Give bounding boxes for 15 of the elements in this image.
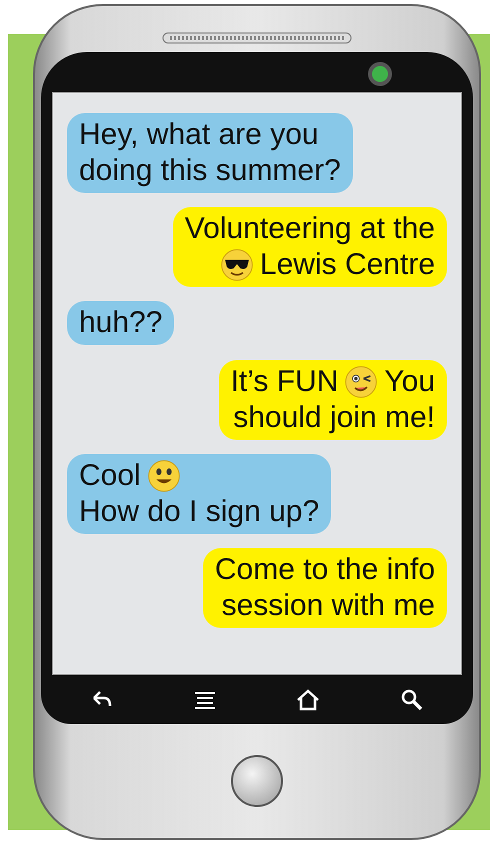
sent-message: Volunteering at the Lewis Centre bbox=[172, 207, 447, 288]
speaker-grille-icon bbox=[162, 32, 352, 44]
winking-face-icon bbox=[344, 364, 378, 399]
menu-icon[interactable] bbox=[194, 690, 216, 708]
search-icon[interactable] bbox=[400, 688, 423, 710]
sent-message: Come to the info session with me bbox=[202, 548, 447, 628]
received-message: huh?? bbox=[67, 301, 174, 346]
received-message: Cool How do I sign up? bbox=[67, 454, 332, 534]
sent-message: It’s FUN You should join me! bbox=[218, 360, 447, 440]
sunglasses-face-icon bbox=[220, 248, 254, 282]
home-button[interactable] bbox=[231, 755, 283, 807]
smiling-face-icon bbox=[146, 458, 181, 493]
received-message: Hey, what are you doing this summer? bbox=[67, 113, 353, 193]
camera-icon bbox=[367, 61, 393, 87]
home-icon[interactable] bbox=[296, 688, 320, 710]
